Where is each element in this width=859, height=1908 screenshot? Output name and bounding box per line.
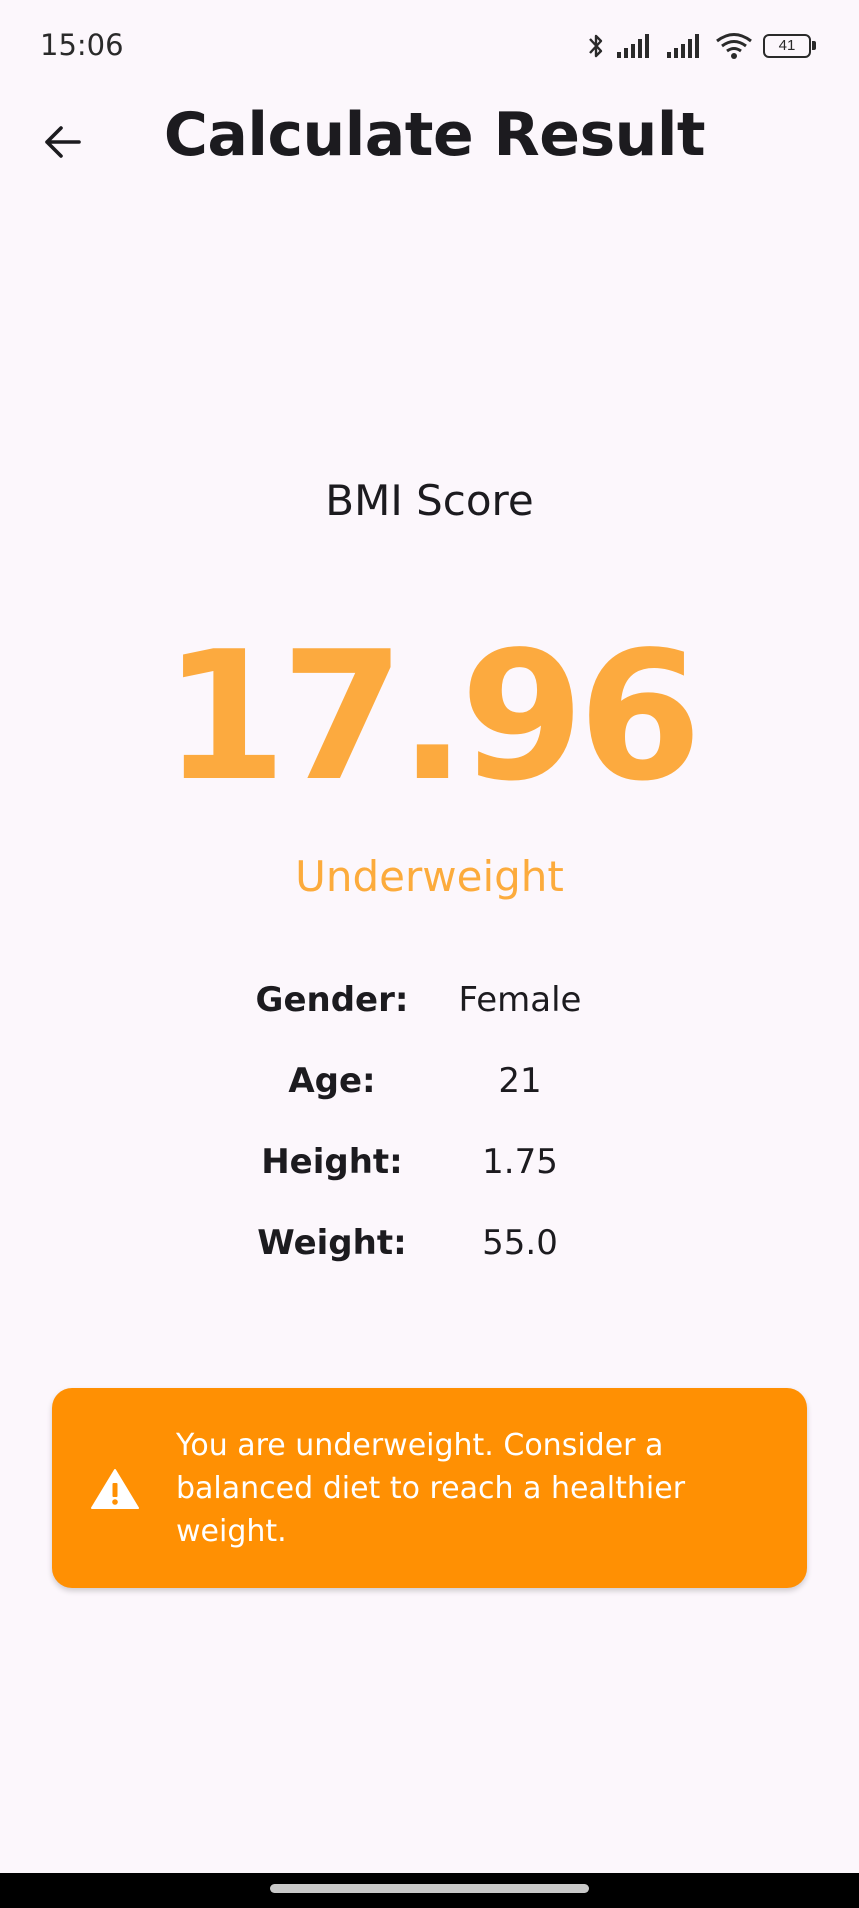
detail-label: Gender: xyxy=(255,980,409,1020)
detail-row-gender: Gender: Female xyxy=(0,980,859,1030)
advice-card: You are underweight. Consider a balanced… xyxy=(52,1388,807,1588)
battery-icon: 41 xyxy=(763,34,816,58)
bluetooth-icon xyxy=(587,31,605,61)
home-handle[interactable] xyxy=(270,1884,589,1893)
wifi-icon xyxy=(715,32,753,60)
status-time: 15:06 xyxy=(40,28,124,62)
bmi-category: Underweight xyxy=(295,852,564,901)
app-bar: Calculate Result xyxy=(0,96,859,236)
status-icons: 41 xyxy=(587,30,816,62)
detail-label: Height: xyxy=(261,1142,403,1182)
detail-label: Age: xyxy=(288,1061,376,1101)
detail-value: 21 xyxy=(498,1061,542,1101)
detail-value: Female xyxy=(458,980,582,1020)
bmi-score: 17.96 xyxy=(162,613,702,820)
detail-row-weight: Weight: 55.0 xyxy=(0,1223,859,1273)
detail-label: Weight: xyxy=(257,1223,407,1263)
warning-icon xyxy=(90,1468,140,1514)
status-bar: 15:06 41 xyxy=(0,0,859,96)
detail-value: 1.75 xyxy=(482,1142,558,1182)
score-label: BMI Score xyxy=(325,476,534,525)
detail-value: 55.0 xyxy=(482,1223,558,1263)
page-title: Calculate Result xyxy=(163,100,706,170)
signal-icon xyxy=(615,33,655,59)
detail-row-height: Height: 1.75 xyxy=(0,1142,859,1192)
signal-icon xyxy=(665,33,705,59)
advice-text: You are underweight. Consider a balanced… xyxy=(176,1428,686,1549)
detail-row-age: Age: 21 xyxy=(0,1061,859,1111)
navigation-bar xyxy=(0,1873,859,1908)
